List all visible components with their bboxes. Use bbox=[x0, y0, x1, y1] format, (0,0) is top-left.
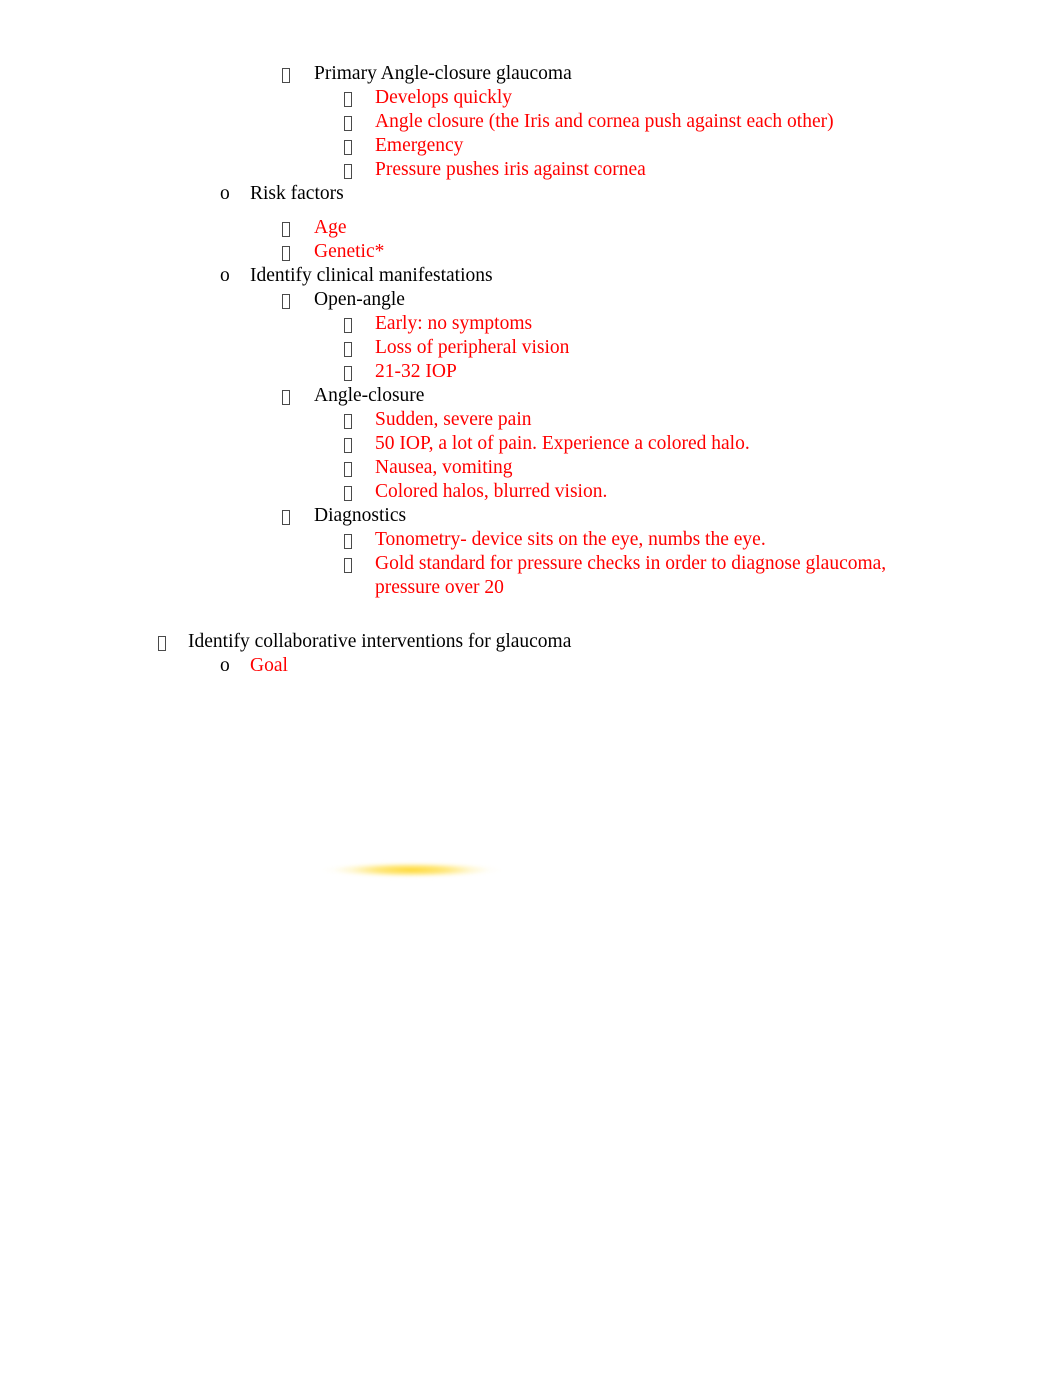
bullet-tofu-icon bbox=[282, 216, 314, 240]
outline-item-text: Develops quickly bbox=[375, 87, 513, 108]
bullet-tofu-icon bbox=[344, 552, 375, 576]
outline-body: Primary Angle-closure glaucoma Develops … bbox=[0, 62, 1062, 678]
outline-item-gold-standard-pressure-checks: Gold standard for pressure checks in ord… bbox=[344, 552, 1062, 600]
outline-item-text: Loss of peripheral vision bbox=[375, 337, 570, 358]
outline-item-text: Tonometry- device sits on the eye, numbs… bbox=[375, 529, 766, 550]
outline-item-pressure-pushes-iris: Pressure pushes iris against cornea bbox=[344, 158, 1062, 182]
outline-item-goal: o Goal bbox=[220, 654, 1062, 678]
bullet-tofu-icon bbox=[344, 312, 375, 336]
bullet-tofu-icon bbox=[344, 360, 375, 384]
outline-item-text: Colored halos, blurred vision. bbox=[375, 481, 608, 502]
outline-item-nausea-vomiting: Nausea, vomiting bbox=[344, 456, 1062, 480]
bullet-o-icon: o bbox=[220, 265, 230, 286]
outline-item-text: Pressure pushes iris against cornea bbox=[375, 159, 646, 180]
outline-item-text: Identify clinical manifestations bbox=[250, 265, 493, 286]
outline-item-text: Gold standard for pressure checks in ord… bbox=[375, 553, 892, 598]
outline-item-text: 21-32 IOP bbox=[375, 361, 457, 382]
bullet-tofu-icon bbox=[282, 504, 314, 528]
bullet-tofu-icon bbox=[344, 110, 375, 134]
outline-item-develops-quickly: Develops quickly bbox=[344, 86, 1062, 110]
outline-item-text: Angle-closure bbox=[314, 385, 425, 406]
bullet-tofu-icon bbox=[344, 480, 375, 504]
bullet-tofu-icon bbox=[344, 134, 375, 158]
outline-item-tonometry: Tonometry- device sits on the eye, numbs… bbox=[344, 528, 1062, 552]
outline-item-21-32-iop: 21-32 IOP bbox=[344, 360, 1062, 384]
outline-item-emergency: Emergency bbox=[344, 134, 1062, 158]
outline-item-text: Goal bbox=[250, 655, 288, 676]
bullet-tofu-icon bbox=[282, 288, 314, 312]
outline-item-text: Angle closure (the Iris and cornea push … bbox=[375, 111, 834, 132]
outline-item-text: Age bbox=[314, 217, 347, 238]
outline-item-early-no-symptoms: Early: no symptoms bbox=[344, 312, 1062, 336]
outline-item-identify-collaborative-interventions: Identify collaborative interventions for… bbox=[158, 630, 1062, 654]
outline-item-text: Identify collaborative interventions for… bbox=[188, 631, 572, 652]
outline-item-text: Sudden, severe pain bbox=[375, 409, 532, 430]
bullet-tofu-icon bbox=[282, 384, 314, 408]
outline-item-angle-closure-iris-cornea: Angle closure (the Iris and cornea push … bbox=[344, 110, 1062, 134]
row-spacer bbox=[0, 206, 1062, 216]
outline-item-primary-angle-closure-glaucoma: Primary Angle-closure glaucoma bbox=[282, 62, 1062, 86]
bullet-tofu-icon bbox=[344, 528, 375, 552]
outline-item-text: Genetic* bbox=[314, 241, 385, 262]
outline-item-text: Diagnostics bbox=[314, 505, 407, 526]
outline-item-risk-factors: o Risk factors bbox=[220, 182, 1062, 206]
outline-item-text: 50 IOP, a lot of pain. Experience a colo… bbox=[375, 433, 750, 454]
outline-item-text: Open-angle bbox=[314, 289, 405, 310]
outline-item-angle-closure: Angle-closure bbox=[282, 384, 1062, 408]
bullet-tofu-icon bbox=[344, 432, 375, 456]
outline-item-text: Risk factors bbox=[250, 183, 344, 204]
outline-item-text: Emergency bbox=[375, 135, 464, 156]
yellow-highlight-artifact bbox=[322, 860, 508, 882]
bullet-o-icon: o bbox=[220, 183, 230, 204]
bullet-tofu-icon bbox=[344, 336, 375, 360]
bullet-tofu-icon bbox=[344, 86, 375, 110]
outline-item-age: Age bbox=[282, 216, 1062, 240]
outline-item-text: Primary Angle-closure glaucoma bbox=[314, 63, 572, 84]
outline-item-colored-halos-blurred-vision: Colored halos, blurred vision. bbox=[344, 480, 1062, 504]
outline-item-text: Nausea, vomiting bbox=[375, 457, 513, 478]
outline-item-loss-of-peripheral-vision: Loss of peripheral vision bbox=[344, 336, 1062, 360]
bullet-tofu-icon bbox=[344, 408, 375, 432]
bullet-o-icon: o bbox=[220, 655, 230, 676]
bullet-tofu-icon bbox=[344, 456, 375, 480]
bullet-tofu-icon bbox=[158, 630, 188, 654]
bullet-tofu-icon bbox=[344, 158, 375, 182]
outline-item-open-angle: Open-angle bbox=[282, 288, 1062, 312]
outline-item-50-iop-colored-halo: 50 IOP, a lot of pain. Experience a colo… bbox=[344, 432, 1062, 456]
outline-item-genetic: Genetic* bbox=[282, 240, 1062, 264]
bullet-tofu-icon bbox=[282, 240, 314, 264]
outline-item-sudden-severe-pain: Sudden, severe pain bbox=[344, 408, 1062, 432]
outline-item-identify-clinical-manifestations: o Identify clinical manifestations bbox=[220, 264, 1062, 288]
bullet-tofu-icon bbox=[282, 62, 314, 86]
document-page: Primary Angle-closure glaucoma Develops … bbox=[0, 0, 1062, 1376]
outline-item-text: Early: no symptoms bbox=[375, 313, 533, 334]
outline-item-diagnostics: Diagnostics bbox=[282, 504, 1062, 528]
